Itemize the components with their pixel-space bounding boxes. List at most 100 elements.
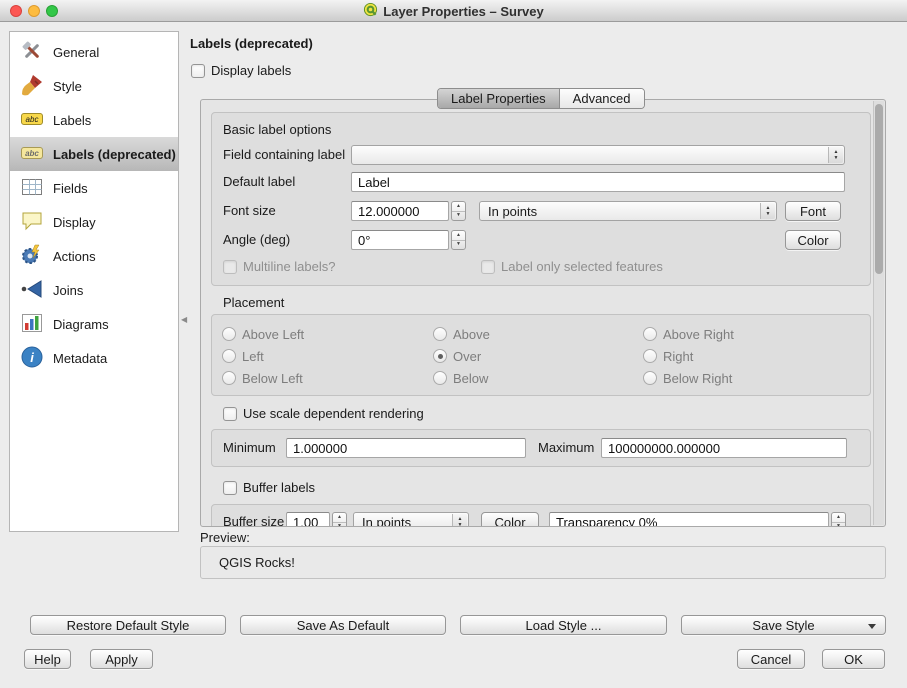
abc-label-icon: abc (20, 107, 44, 134)
selected-features-row: Label only selected features (481, 259, 663, 274)
buffer-size-stepper[interactable] (332, 512, 347, 527)
sidebar-item-label: Labels (53, 113, 91, 128)
buffer-transparency-input[interactable] (549, 512, 829, 527)
speech-bubble-icon (20, 209, 44, 236)
radio-label: Above Right (663, 327, 734, 342)
stepper-up-icon[interactable] (333, 513, 346, 523)
stepper-up-icon[interactable] (452, 231, 465, 241)
tab-label-properties[interactable]: Label Properties (438, 89, 559, 108)
buffer-transparency-stepper[interactable] (831, 512, 846, 527)
sidebar-item-display[interactable]: Display (10, 205, 178, 239)
sidebar-item-style[interactable]: Style (10, 69, 178, 103)
minimum-input[interactable] (286, 438, 526, 458)
restore-default-style-button[interactable]: Restore Default Style (30, 615, 226, 635)
angle-label: Angle (deg) (223, 230, 290, 250)
field-combobox[interactable] (351, 145, 845, 165)
angle-input[interactable] (351, 230, 449, 250)
apply-button[interactable]: Apply (90, 649, 153, 669)
help-button[interactable]: Help (24, 649, 71, 669)
save-as-default-button[interactable]: Save As Default (240, 615, 446, 635)
sidebar-item-label: Diagrams (53, 317, 109, 332)
scale-dependent-checkbox[interactable] (223, 407, 237, 421)
tab-advanced[interactable]: Advanced (559, 89, 644, 108)
preview-box: QGIS Rocks! (200, 546, 886, 579)
minimum-label: Minimum (223, 438, 276, 458)
radio-icon[interactable] (643, 371, 657, 385)
radio-label: Right (663, 349, 693, 364)
stepper-up-icon[interactable] (452, 202, 465, 212)
window-title: Layer Properties – Survey (383, 4, 543, 19)
stepper-down-icon[interactable] (333, 523, 346, 528)
radio-icon[interactable] (222, 371, 236, 385)
buffer-labels-label: Buffer labels (243, 480, 315, 495)
font-units-combobox[interactable]: In points (479, 201, 777, 221)
radio-icon[interactable] (643, 327, 657, 341)
buffer-size-input[interactable] (286, 512, 330, 527)
placement-over[interactable]: Over (433, 348, 481, 364)
buffer-units-combobox[interactable]: In points (353, 512, 469, 527)
sidebar-item-label: General (53, 45, 99, 60)
radio-label: Above Left (242, 327, 304, 342)
font-size-stepper[interactable] (451, 201, 466, 221)
stepper-down-icon[interactable] (832, 523, 845, 528)
radio-icon[interactable] (222, 327, 236, 341)
scrollbar-thumb[interactable] (875, 104, 883, 274)
font-size-input[interactable] (351, 201, 449, 221)
sidebar-item-label: Display (53, 215, 96, 230)
placement-above[interactable]: Above (433, 326, 490, 342)
font-button[interactable]: Font (785, 201, 841, 221)
sidebar: General Style abc Labels abc Labels (dep… (9, 31, 179, 532)
sidebar-item-labels[interactable]: abc Labels (10, 103, 178, 137)
ok-button[interactable]: OK (822, 649, 885, 669)
sidebar-item-label: Metadata (53, 351, 107, 366)
maximum-label: Maximum (538, 438, 594, 458)
preview-label: Preview: (200, 530, 250, 545)
stepper-down-icon[interactable] (452, 241, 465, 250)
radio-icon[interactable] (433, 327, 447, 341)
radio-icon[interactable] (433, 371, 447, 385)
preview-text: QGIS Rocks! (219, 555, 295, 570)
sidebar-item-metadata[interactable]: i Metadata (10, 341, 178, 375)
cancel-button[interactable]: Cancel (737, 649, 805, 669)
color-button[interactable]: Color (785, 230, 841, 250)
buffer-labels-checkbox[interactable] (223, 481, 237, 495)
sidebar-item-joins[interactable]: Joins (10, 273, 178, 307)
placement-left[interactable]: Left (222, 348, 264, 364)
angle-stepper[interactable] (451, 230, 466, 250)
basic-group-title: Basic label options (223, 120, 331, 140)
sidebar-item-labels-deprecated[interactable]: abc Labels (deprecated) (10, 137, 178, 171)
display-labels-checkbox[interactable] (191, 64, 205, 78)
placement-below-right[interactable]: Below Right (643, 370, 732, 386)
multiline-labels-checkbox[interactable] (223, 260, 237, 274)
scale-dependent-label: Use scale dependent rendering (243, 406, 424, 421)
maximum-input[interactable] (601, 438, 847, 458)
sidebar-item-fields[interactable]: Fields (10, 171, 178, 205)
sidebar-item-label: Style (53, 79, 82, 94)
sidebar-item-general[interactable]: General (10, 35, 178, 69)
placement-below-left[interactable]: Below Left (222, 370, 303, 386)
placement-above-right[interactable]: Above Right (643, 326, 734, 342)
placement-above-left[interactable]: Above Left (222, 326, 304, 342)
placement-below[interactable]: Below (433, 370, 488, 386)
sidebar-item-actions[interactable]: Actions (10, 239, 178, 273)
stepper-up-icon[interactable] (832, 513, 845, 523)
sidebar-item-label: Joins (53, 283, 83, 298)
radio-icon[interactable] (222, 349, 236, 363)
stepper-down-icon[interactable] (452, 212, 465, 221)
placement-right[interactable]: Right (643, 348, 693, 364)
buffer-color-button[interactable]: Color (481, 512, 539, 527)
radio-icon[interactable] (433, 349, 447, 363)
selected-features-checkbox[interactable] (481, 260, 495, 274)
panel-scrollbar[interactable] (873, 101, 884, 525)
load-style-button[interactable]: Load Style ... (460, 615, 667, 635)
default-label-input[interactable] (351, 172, 845, 192)
radio-icon[interactable] (643, 349, 657, 363)
buffer-units-value: In points (362, 515, 411, 528)
radio-label: Over (453, 349, 481, 364)
multiline-labels-label: Multiline labels? (243, 259, 336, 274)
sidebar-item-diagrams[interactable]: Diagrams (10, 307, 178, 341)
titlebar: Layer Properties – Survey (0, 0, 907, 22)
save-style-button[interactable]: Save Style (681, 615, 886, 635)
combo-arrows-icon (452, 514, 467, 527)
splitter-handle[interactable] (181, 313, 188, 327)
